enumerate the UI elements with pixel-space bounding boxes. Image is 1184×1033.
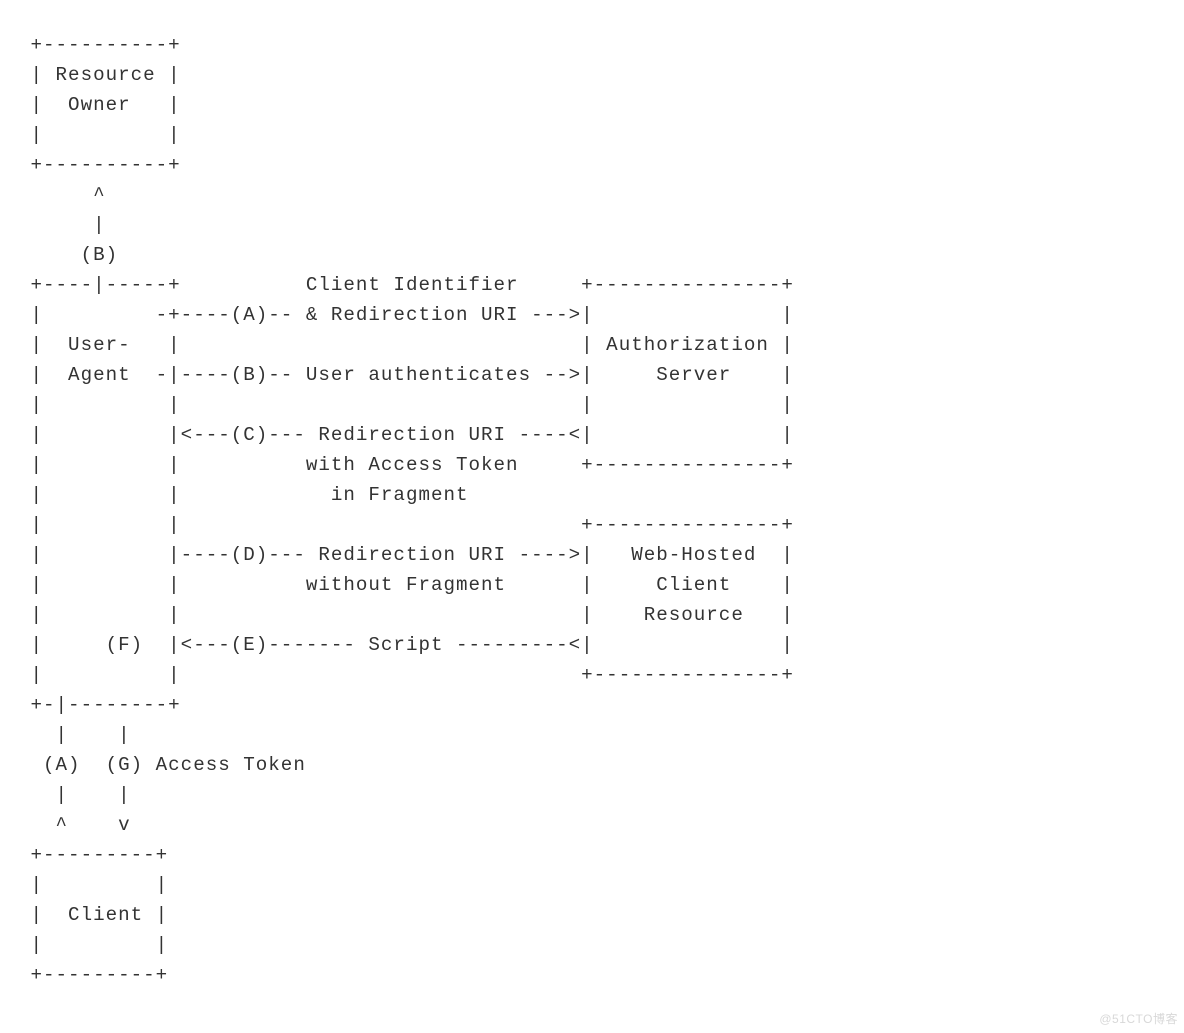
watermark-text: @51CTO博客 <box>1099 1010 1178 1027</box>
oauth-implicit-flow-ascii-diagram: +----------+ | Resource | | Owner | | | … <box>0 0 1184 1020</box>
